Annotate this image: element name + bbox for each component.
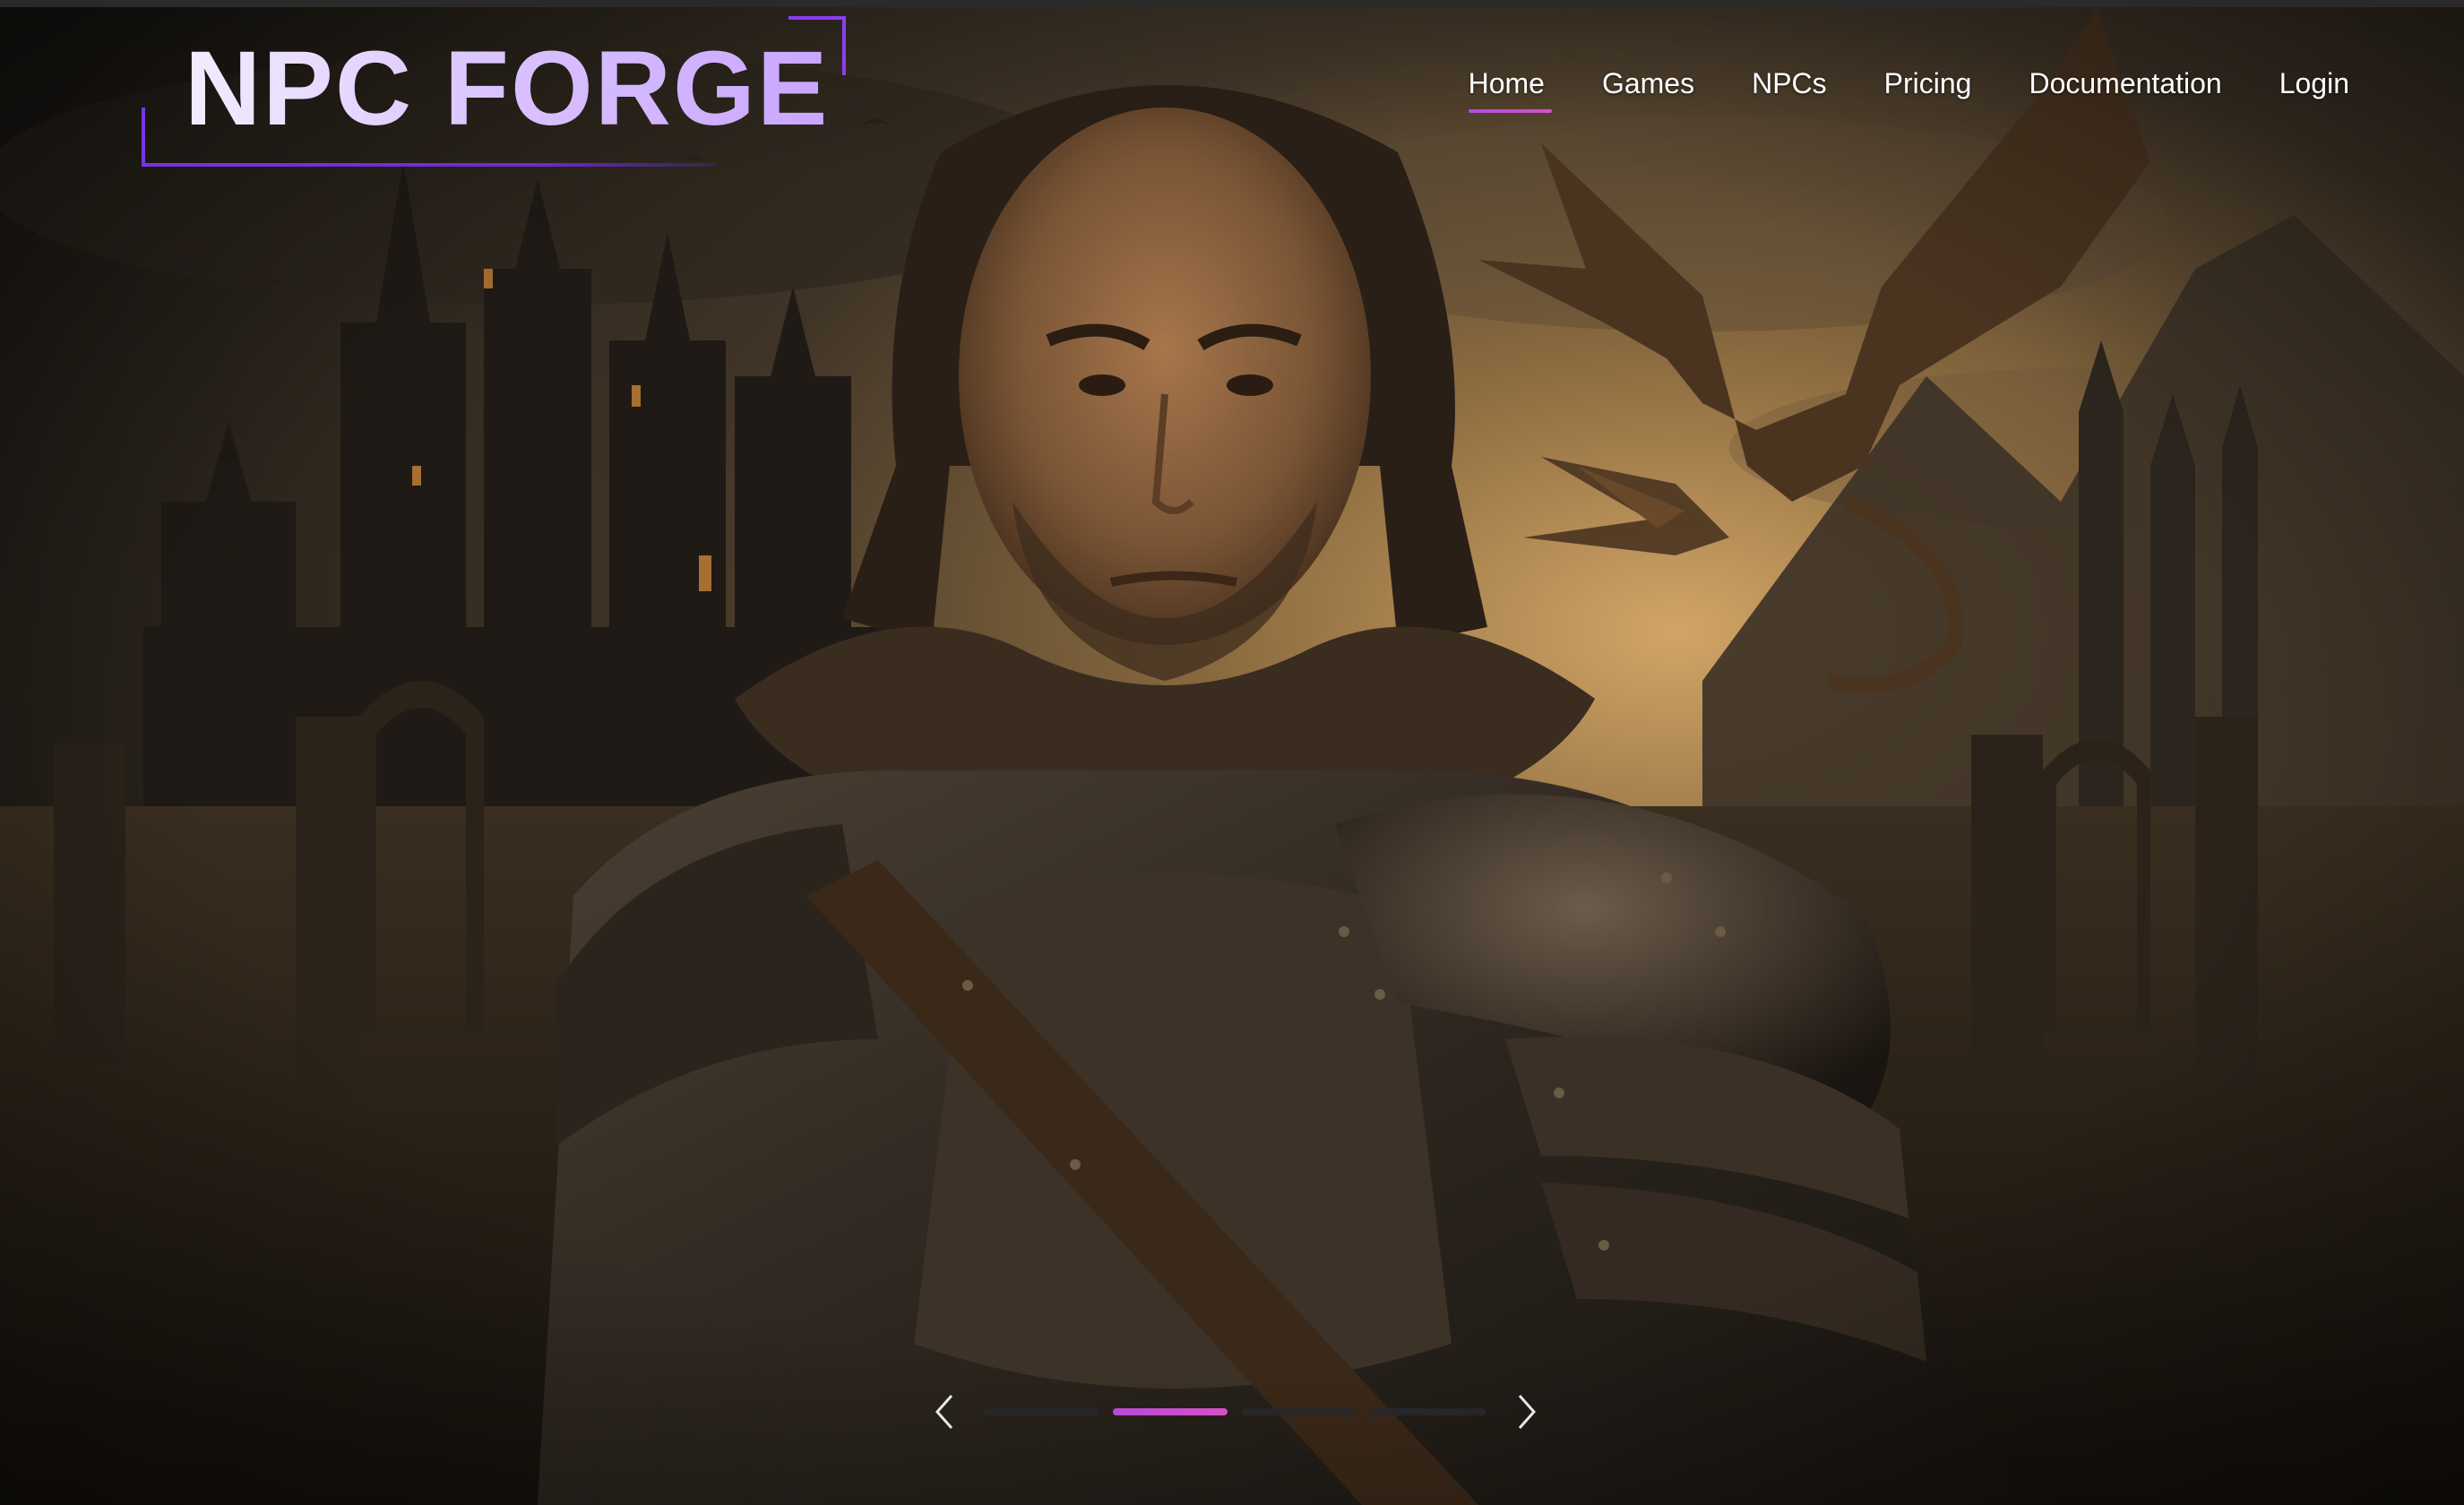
page: NPC FORGE Home Games NPCs Pricing Docume… xyxy=(0,0,2464,1505)
carousel-indicator-1[interactable] xyxy=(984,1408,1098,1415)
carousel-indicator-2[interactable] xyxy=(1113,1408,1228,1415)
logo-underline xyxy=(142,163,715,167)
window-top-edge xyxy=(0,0,2464,7)
chevron-left-icon xyxy=(935,1395,953,1429)
brand-logo[interactable]: NPC FORGE xyxy=(142,16,846,167)
carousel-indicator-3[interactable] xyxy=(1242,1408,1357,1415)
hero-image xyxy=(0,0,2464,1505)
nav-item-login[interactable]: Login xyxy=(2279,64,2349,102)
carousel-indicator-4[interactable] xyxy=(1371,1408,1486,1415)
logo-text: NPC FORGE xyxy=(185,30,830,148)
nav-item-documentation[interactable]: Documentation xyxy=(2029,64,2221,102)
nav-item-games[interactable]: Games xyxy=(1602,64,1694,102)
nav-item-npcs[interactable]: NPCs xyxy=(1752,64,1827,102)
carousel-prev-button[interactable] xyxy=(926,1389,962,1435)
carousel-next-button[interactable] xyxy=(1509,1389,1545,1435)
main-nav: Home Games NPCs Pricing Documentation Lo… xyxy=(1468,64,2349,113)
hero-carousel-controls xyxy=(926,1389,1545,1435)
chevron-right-icon xyxy=(1518,1395,1537,1429)
nav-item-home[interactable]: Home xyxy=(1468,64,1553,113)
carousel-indicators xyxy=(984,1408,1486,1415)
nav-item-pricing[interactable]: Pricing xyxy=(1884,64,1972,102)
